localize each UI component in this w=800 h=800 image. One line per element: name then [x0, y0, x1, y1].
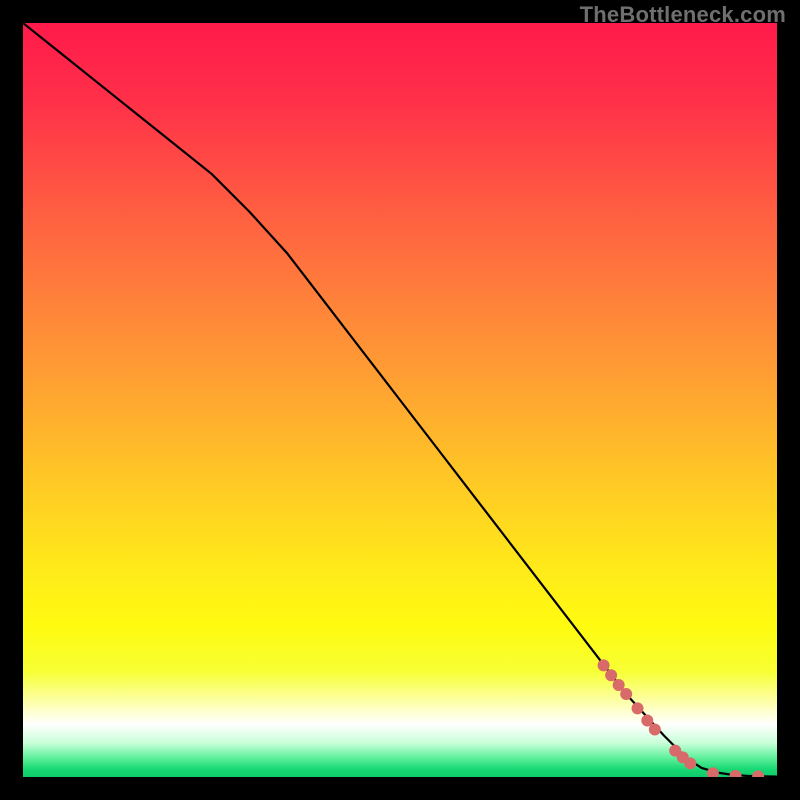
chart-svg	[23, 23, 777, 777]
plot-area	[23, 23, 777, 777]
chart-container: TheBottleneck.com	[0, 0, 800, 800]
data-marker	[605, 669, 617, 681]
data-marker	[598, 659, 610, 671]
data-marker	[649, 724, 661, 736]
data-marker	[684, 757, 696, 769]
data-marker	[620, 688, 632, 700]
data-marker	[632, 702, 644, 714]
